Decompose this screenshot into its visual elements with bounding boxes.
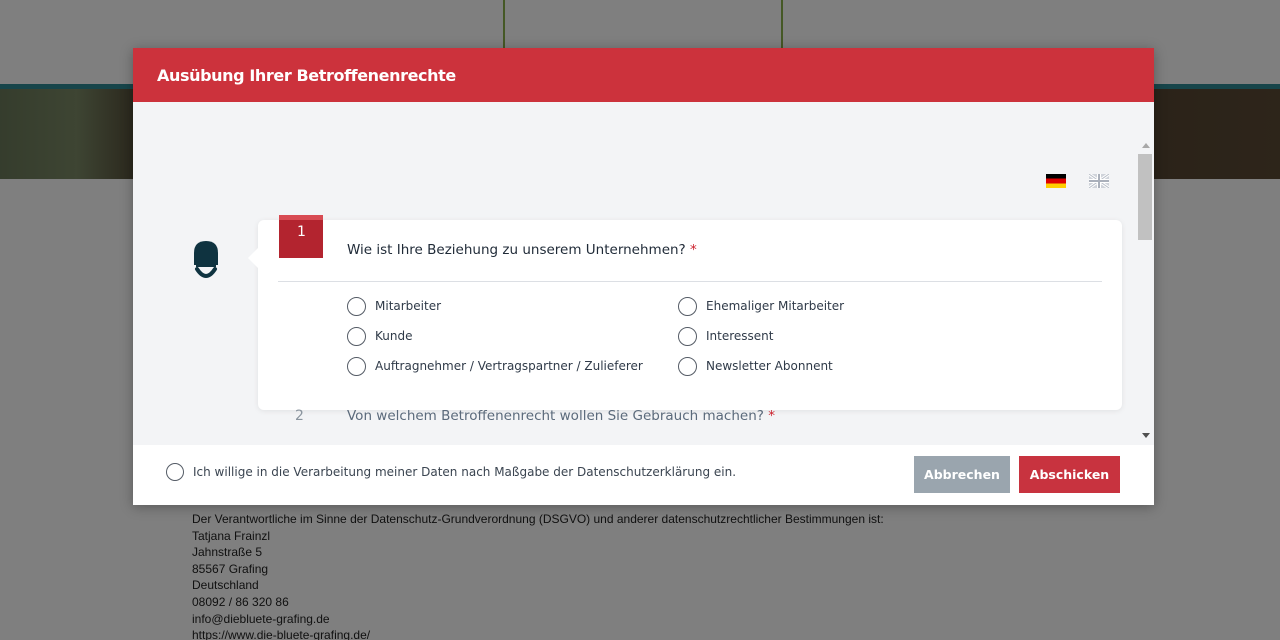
radio-button[interactable] bbox=[678, 356, 697, 376]
option-newsletter-abonnent[interactable]: Newsletter Abonnent bbox=[678, 356, 1047, 376]
dialog-footer: Ich willige in die Verarbeitung meiner D… bbox=[133, 445, 1154, 505]
scroll-up-arrow-icon[interactable] bbox=[1142, 143, 1150, 148]
rights-request-dialog: Ausübung Ihrer Betroffenenrechte 1 Wie i… bbox=[133, 48, 1154, 505]
consent-checkbox[interactable]: Ich willige in die Verarbeitung meiner D… bbox=[166, 463, 736, 481]
submit-button[interactable]: Abschicken bbox=[1019, 456, 1120, 493]
required-marker: * bbox=[768, 408, 775, 424]
assistant-mascot-icon bbox=[194, 241, 218, 278]
option-label: Newsletter Abonnent bbox=[706, 359, 833, 373]
question-card-step-1: 1 Wie ist Ihre Beziehung zu unserem Unte… bbox=[248, 215, 1122, 410]
step-number-badge: 1 bbox=[279, 215, 323, 258]
dialog-scrollbar[interactable] bbox=[1136, 138, 1154, 443]
dialog-title: Ausübung Ihrer Betroffenenrechte bbox=[157, 65, 456, 85]
card-pointer bbox=[248, 248, 258, 268]
option-ehemaliger-mitarbeiter[interactable]: Ehemaliger Mitarbeiter bbox=[678, 296, 1047, 316]
option-label: Ehemaliger Mitarbeiter bbox=[706, 299, 845, 313]
consent-radio[interactable] bbox=[166, 463, 184, 481]
consent-label: Ich willige in die Verarbeitung meiner D… bbox=[193, 465, 737, 479]
option-auftragnehmer[interactable]: Auftragnehmer / Vertragspartner / Zulief… bbox=[347, 356, 678, 376]
german-flag-icon[interactable] bbox=[1046, 174, 1066, 188]
option-label: Interessent bbox=[706, 329, 774, 343]
question-heading-step-2[interactable]: Von welchem Betroffenenrecht wollen Sie … bbox=[347, 408, 775, 424]
option-label: Mitarbeiter bbox=[375, 299, 442, 313]
uk-flag-icon[interactable] bbox=[1089, 174, 1109, 188]
option-kunde[interactable]: Kunde bbox=[347, 326, 678, 346]
option-mitarbeiter[interactable]: Mitarbeiter bbox=[347, 296, 678, 316]
divider bbox=[278, 281, 1102, 282]
relationship-options: Mitarbeiter Ehemaliger Mitarbeiter Kunde… bbox=[347, 296, 1047, 376]
option-label: Kunde bbox=[375, 329, 413, 343]
question-text: Wie ist Ihre Beziehung zu unserem Untern… bbox=[347, 242, 686, 258]
cancel-button[interactable]: Abbrechen bbox=[914, 456, 1010, 493]
radio-button[interactable] bbox=[678, 326, 697, 346]
option-label: Auftragnehmer / Vertragspartner / Zulief… bbox=[375, 359, 643, 373]
scrollbar-thumb[interactable] bbox=[1138, 154, 1152, 240]
dialog-body: 1 Wie ist Ihre Beziehung zu unserem Unte… bbox=[133, 102, 1154, 445]
radio-button[interactable] bbox=[347, 356, 366, 376]
question-text: Von welchem Betroffenenrecht wollen Sie … bbox=[347, 408, 764, 424]
radio-button[interactable] bbox=[347, 296, 366, 316]
radio-button[interactable] bbox=[678, 296, 697, 316]
radio-button[interactable] bbox=[347, 326, 366, 346]
dialog-header: Ausübung Ihrer Betroffenenrechte bbox=[133, 48, 1154, 102]
scroll-down-arrow-icon[interactable] bbox=[1142, 433, 1150, 438]
question-heading: Wie ist Ihre Beziehung zu unserem Untern… bbox=[347, 242, 697, 258]
required-marker: * bbox=[690, 242, 697, 258]
option-interessent[interactable]: Interessent bbox=[678, 326, 1047, 346]
step-number-2: 2 bbox=[295, 408, 304, 424]
